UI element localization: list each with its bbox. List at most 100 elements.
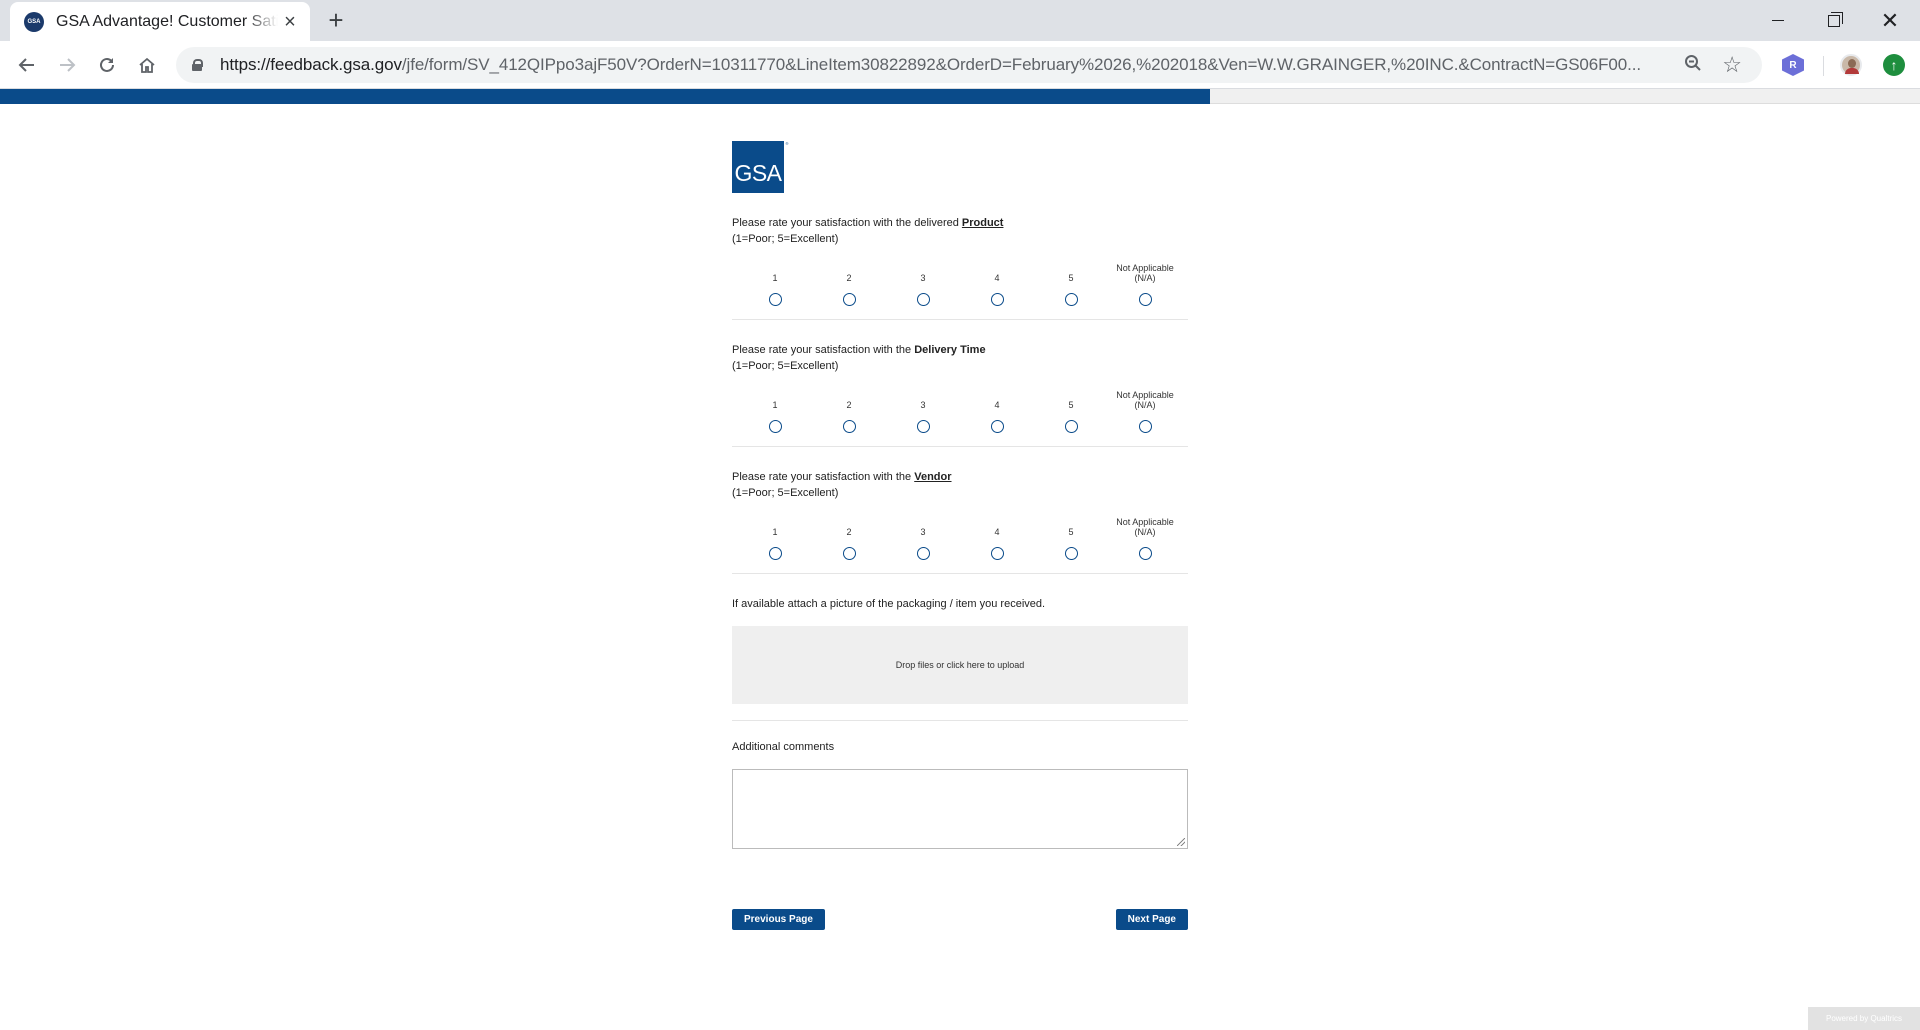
scale-option[interactable]: 3 bbox=[886, 261, 960, 306]
radio-button[interactable] bbox=[990, 547, 1004, 560]
next-page-button[interactable]: Next Page bbox=[1115, 909, 1188, 930]
restore-button[interactable] bbox=[1806, 0, 1862, 41]
radio-button[interactable] bbox=[916, 293, 930, 306]
scale-option[interactable]: 5 bbox=[1034, 261, 1108, 306]
radio-button[interactable] bbox=[1064, 293, 1078, 306]
scale-option[interactable]: 2 bbox=[812, 261, 886, 306]
radio-button[interactable] bbox=[1138, 547, 1152, 560]
lock-icon[interactable] bbox=[192, 59, 203, 71]
radio-button[interactable] bbox=[1064, 420, 1078, 433]
reload-button[interactable] bbox=[91, 49, 123, 81]
scale-option[interactable]: Not Applicable (N/A) bbox=[1108, 261, 1182, 306]
bookmark-star-icon[interactable]: ☆ bbox=[1722, 52, 1742, 78]
update-arrow-icon[interactable]: ↑ bbox=[1883, 54, 1905, 76]
question-text: Please rate your satisfaction with the d… bbox=[732, 215, 1188, 247]
scale-label: 3 bbox=[920, 527, 926, 537]
scale-option[interactable]: 1 bbox=[738, 388, 812, 433]
rating-scale: 1 2 3 4 5 Not Applicable (N/A) bbox=[738, 388, 1188, 433]
scale-label: 1 bbox=[772, 527, 778, 537]
scale-label: 3 bbox=[920, 400, 926, 410]
radio-button[interactable] bbox=[842, 420, 856, 433]
scale-label: 1 bbox=[772, 273, 778, 283]
progress-fill bbox=[0, 89, 1210, 104]
radio-button[interactable] bbox=[1064, 547, 1078, 560]
dropzone-text: Drop files or click here to upload bbox=[895, 660, 1025, 670]
scale-option[interactable]: 4 bbox=[960, 261, 1034, 306]
scale-option[interactable]: 5 bbox=[1034, 515, 1108, 560]
profile-avatar[interactable] bbox=[1840, 54, 1862, 76]
scale-label: 4 bbox=[994, 273, 1000, 283]
minimize-icon bbox=[1772, 20, 1784, 21]
browser-tab[interactable]: GSA GSA Advantage! Customer Satisfaction… bbox=[10, 2, 310, 41]
zoom-icon[interactable] bbox=[1684, 54, 1702, 78]
home-icon bbox=[139, 57, 155, 73]
scale-option[interactable]: 5 bbox=[1034, 388, 1108, 433]
address-bar[interactable]: https://feedback.gsa.gov/jfe/form/SV_412… bbox=[176, 47, 1762, 83]
scale-label: Not Applicable (N/A) bbox=[1116, 263, 1174, 283]
scale-option[interactable]: 4 bbox=[960, 388, 1034, 433]
radio-button[interactable] bbox=[916, 420, 930, 433]
scale-label: Not Applicable (N/A) bbox=[1116, 517, 1174, 537]
tab-title: GSA Advantage! Customer Satisfaction Sur… bbox=[56, 12, 278, 30]
new-tab-button[interactable]: + bbox=[322, 7, 350, 35]
scale-label: 2 bbox=[846, 527, 852, 537]
survey-progress-bar bbox=[0, 89, 1920, 104]
forward-button[interactable] bbox=[51, 49, 83, 81]
minimize-button[interactable] bbox=[1750, 0, 1806, 41]
scale-label: 4 bbox=[994, 400, 1000, 410]
back-arrow-icon bbox=[18, 58, 34, 72]
comments-question: Additional comments bbox=[732, 739, 1188, 849]
survey-form: GSA ® Please rate your satisfaction with… bbox=[732, 141, 1188, 930]
scale-option[interactable]: 1 bbox=[738, 261, 812, 306]
scale-option[interactable]: 3 bbox=[886, 388, 960, 433]
radio-button[interactable] bbox=[768, 420, 782, 433]
logo-registered-mark: ® bbox=[785, 141, 789, 146]
radio-button[interactable] bbox=[1138, 420, 1152, 433]
page-navigation: Previous Page Next Page bbox=[732, 909, 1188, 930]
forward-arrow-icon bbox=[60, 58, 76, 72]
rating-questions: Please rate your satisfaction with the d… bbox=[732, 215, 1188, 574]
scale-option[interactable]: 2 bbox=[812, 388, 886, 433]
scale-option[interactable]: 2 bbox=[812, 515, 886, 560]
scale-label: 5 bbox=[1068, 527, 1074, 537]
restore-icon bbox=[1828, 11, 1843, 27]
browser-toolbar: https://feedback.gsa.gov/jfe/form/SV_412… bbox=[0, 41, 1920, 89]
home-button[interactable] bbox=[131, 49, 163, 81]
rating-question: Please rate your satisfaction with the D… bbox=[732, 342, 1188, 447]
scale-option[interactable]: 4 bbox=[960, 515, 1034, 560]
radio-button[interactable] bbox=[990, 420, 1004, 433]
question-hint: (1=Poor; 5=Excellent) bbox=[732, 360, 839, 372]
resize-grip-icon[interactable] bbox=[1177, 838, 1185, 846]
comments-textarea[interactable] bbox=[732, 769, 1188, 849]
file-dropzone[interactable]: Drop files or click here to upload bbox=[732, 626, 1188, 704]
radio-button[interactable] bbox=[990, 293, 1004, 306]
radio-button[interactable] bbox=[768, 547, 782, 560]
scale-label: Not Applicable (N/A) bbox=[1116, 390, 1174, 410]
upload-label: If available attach a picture of the pac… bbox=[732, 598, 1046, 610]
magnifier-icon bbox=[1685, 55, 1701, 71]
radio-button[interactable] bbox=[916, 547, 930, 560]
question-emphasis: Delivery Time bbox=[914, 344, 986, 356]
scale-option[interactable]: Not Applicable (N/A) bbox=[1108, 388, 1182, 433]
question-hint: (1=Poor; 5=Excellent) bbox=[732, 487, 839, 499]
scale-label: 2 bbox=[846, 400, 852, 410]
radio-button[interactable] bbox=[842, 547, 856, 560]
close-window-button[interactable]: ✕ bbox=[1862, 0, 1918, 41]
comments-label: Additional comments bbox=[732, 741, 835, 753]
radio-button[interactable] bbox=[842, 293, 856, 306]
upload-question: If available attach a picture of the pac… bbox=[732, 596, 1188, 721]
scale-option[interactable]: 3 bbox=[886, 515, 960, 560]
radio-button[interactable] bbox=[1138, 293, 1152, 306]
scale-option[interactable]: Not Applicable (N/A) bbox=[1108, 515, 1182, 560]
scale-label: 5 bbox=[1068, 400, 1074, 410]
reload-icon bbox=[100, 57, 114, 72]
close-tab-icon[interactable]: × bbox=[280, 12, 300, 32]
scale-option[interactable]: 1 bbox=[738, 515, 812, 560]
previous-page-button[interactable]: Previous Page bbox=[732, 909, 825, 930]
scale-label: 1 bbox=[772, 400, 778, 410]
question-emphasis: Product bbox=[961, 217, 1004, 229]
radio-button[interactable] bbox=[768, 293, 782, 306]
back-button[interactable] bbox=[11, 49, 43, 81]
powered-by-qualtrics-badge[interactable]: Powered by Qualtrics bbox=[1808, 1007, 1920, 1030]
url-text[interactable]: https://feedback.gsa.gov/jfe/form/SV_412… bbox=[220, 55, 1670, 75]
